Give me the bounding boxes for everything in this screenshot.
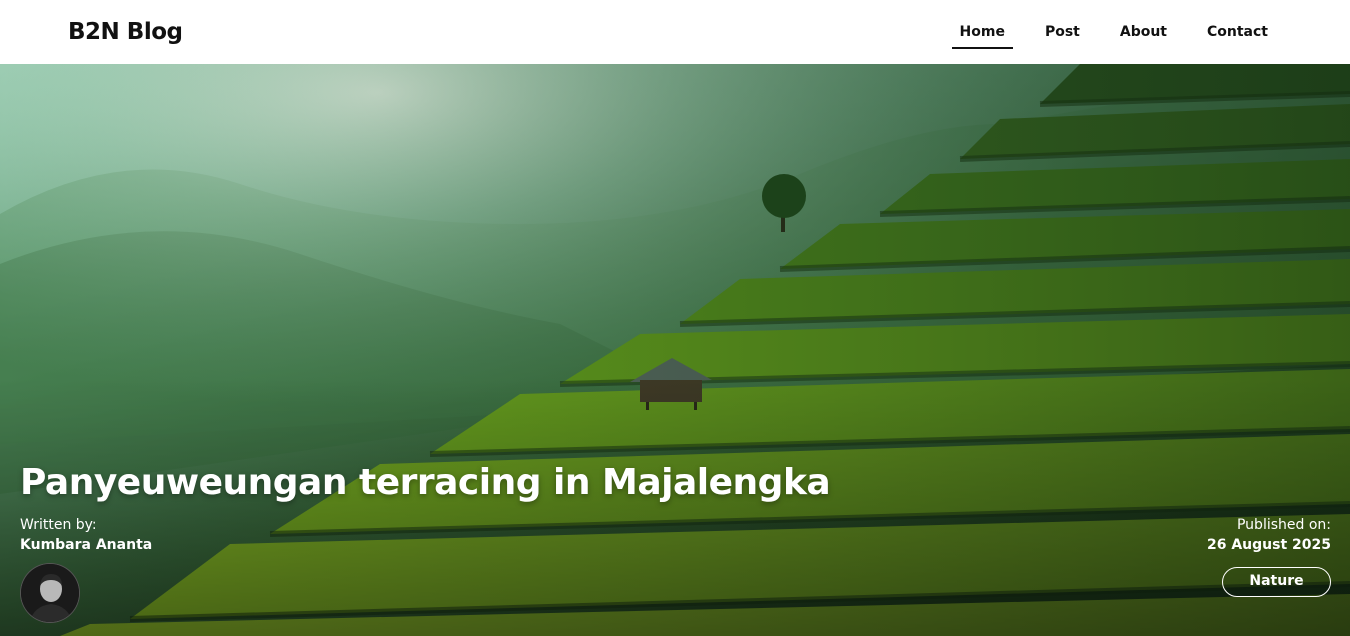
published-on-label: Published on:: [1236, 517, 1331, 533]
written-by-label: Written by:: [20, 517, 97, 533]
hero-image: [0, 64, 1350, 636]
person-icon: [21, 564, 79, 622]
nav-item-contact[interactable]: Contact: [1199, 21, 1276, 49]
hero-banner: Panyeuweungan terracing in Majalengka Wr…: [0, 64, 1350, 636]
author-name[interactable]: Kumbara Ananta: [20, 536, 152, 554]
site-header: B2N Blog Home Post About Contact: [0, 0, 1350, 64]
site-logo[interactable]: B2N Blog: [68, 16, 183, 48]
main-nav: Home Post About Contact: [928, 21, 1276, 49]
category-tag[interactable]: Nature: [1222, 567, 1331, 597]
nav-item-post[interactable]: Post: [1037, 21, 1088, 49]
published-date: 26 August 2025: [1206, 537, 1331, 553]
nav-item-about[interactable]: About: [1112, 21, 1175, 49]
author-avatar[interactable]: [20, 563, 80, 623]
article-title: Panyeuweungan terracing in Majalengka: [20, 462, 831, 503]
nav-item-home[interactable]: Home: [951, 21, 1013, 49]
